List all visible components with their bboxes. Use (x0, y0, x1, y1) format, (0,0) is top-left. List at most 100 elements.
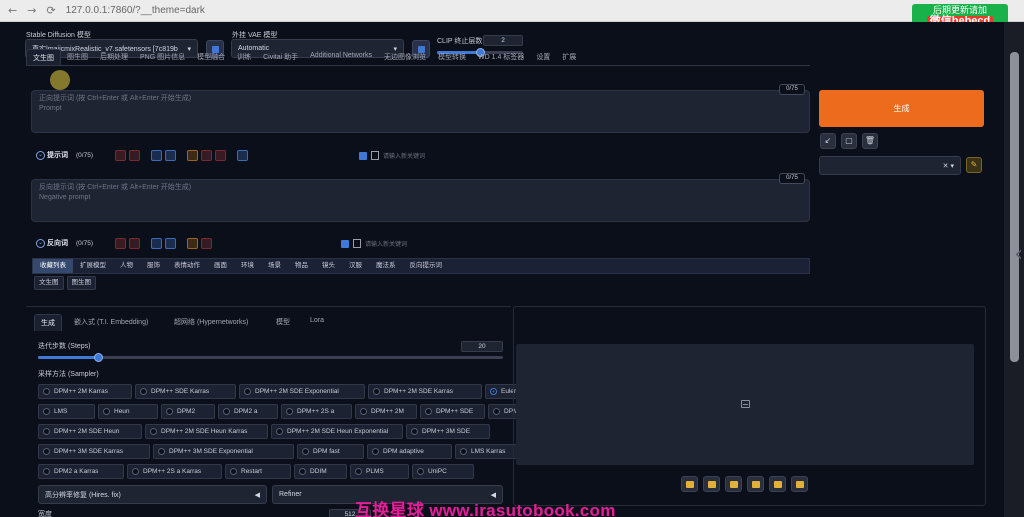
prompt-toolbar-title[interactable]: ⌄ 提示词 (36, 150, 68, 160)
gen-tab-1[interactable]: 嵌入式 (T.I. Embedding) (74, 317, 148, 327)
sampler-option[interactable]: DPM++ 3M SDE Exponential (153, 444, 294, 459)
sampler-option[interactable]: Heun (98, 404, 158, 419)
negative-prompt-textarea[interactable]: 反向提示词 (按 Ctrl+Enter 或 Alt+Enter 开始生成) Ne… (31, 179, 810, 222)
send-to-inpaint-icon[interactable] (769, 476, 786, 492)
copy-icon[interactable] (164, 237, 176, 249)
gen-tab-2[interactable]: 超网络 (Hypernetworks) (174, 317, 248, 327)
translate-icon[interactable] (150, 149, 162, 161)
category-chip[interactable]: 镜头 (315, 259, 342, 273)
favorite-icon[interactable] (186, 237, 198, 249)
gen-tab-3[interactable]: 模型 (276, 317, 290, 327)
sampler-option[interactable]: DDIM (294, 464, 347, 479)
copy-button[interactable]: ▢ (841, 133, 857, 149)
scroll-thumb[interactable] (1010, 52, 1019, 362)
keyword-checkbox[interactable] (359, 151, 367, 160)
category-chip[interactable]: 人物 (113, 259, 140, 273)
zip-icon[interactable] (725, 476, 742, 492)
sampler-option[interactable]: DPM2 a (218, 404, 278, 419)
sampler-option[interactable]: DPM++ 2M Karras (38, 384, 132, 399)
generate-button[interactable]: 生成 (819, 90, 984, 127)
remove-icon[interactable] (214, 149, 226, 161)
sampler-option[interactable]: DPM++ SDE (420, 404, 485, 419)
category-chip[interactable]: 收藏列表 (33, 259, 73, 273)
tab-2[interactable]: 后期处理 (94, 49, 134, 65)
category-chip[interactable]: 物品 (288, 259, 315, 273)
category-chip[interactable]: 画面 (207, 259, 234, 273)
back-icon[interactable]: ← (8, 0, 17, 22)
sampler-option[interactable]: UniPC (412, 464, 474, 479)
forward-icon[interactable]: → (27, 0, 36, 22)
delete-icon[interactable] (114, 149, 126, 161)
side-arrow-icon[interactable]: ‹ (1014, 242, 1023, 267)
sampler-option[interactable]: DPM++ 2M SDE Karras (368, 384, 482, 399)
sampler-option[interactable]: DPM fast (297, 444, 364, 459)
gen-tab-0[interactable]: 生成 (34, 314, 62, 331)
tab-3[interactable]: PNG 图片信息 (134, 49, 191, 65)
clip-value[interactable]: 2 (483, 35, 523, 46)
trash-icon[interactable]: 🗑 (862, 133, 878, 149)
sampler-option[interactable]: DPM++ 2M SDE Exponential (239, 384, 365, 399)
sampler-option[interactable]: DPM++ 3M SDE (406, 424, 490, 439)
sampler-option[interactable]: DPM adaptive (367, 444, 452, 459)
translate-icon[interactable] (150, 237, 162, 249)
tab-11[interactable]: 设置 (530, 49, 556, 65)
steps-value[interactable]: 20 (461, 341, 503, 352)
gen-tab-4[interactable]: Lora (310, 317, 324, 324)
sampler-option[interactable]: DPM2 (161, 404, 215, 419)
steps-slider-track[interactable] (38, 356, 503, 359)
reload-icon[interactable]: ⟳ (46, 0, 55, 22)
category-chip[interactable]: 环境 (234, 259, 261, 273)
tab-7[interactable]: Additional Networks (304, 49, 378, 65)
sampler-option[interactable]: PLMS (350, 464, 409, 479)
sampler-option[interactable]: DPM++ 2S a Karras (127, 464, 222, 479)
category-chip[interactable]: 服饰 (140, 259, 167, 273)
tab-4[interactable]: 模型融合 (191, 49, 231, 65)
tab-12[interactable]: 扩展 (556, 49, 582, 65)
keyword-input-box[interactable] (353, 239, 361, 248)
category-chip[interactable]: 反向提示词 (403, 259, 450, 273)
styles-select[interactable]: ✕ ▾ (819, 156, 961, 175)
history-chip[interactable]: 图生图 (66, 276, 96, 290)
sampler-option[interactable]: DPM++ SDE Karras (135, 384, 236, 399)
clear-icon[interactable] (200, 237, 212, 249)
edit-style-icon[interactable]: ✎ (966, 157, 982, 173)
negative-toolbar-title[interactable]: ⌄ 反向词 (36, 238, 68, 248)
save-icon[interactable] (703, 476, 720, 492)
clear-icon[interactable]: ✕ (943, 163, 949, 170)
category-chip[interactable]: 扩展模型 (73, 259, 113, 273)
tab-0[interactable]: 文生图 (26, 49, 61, 65)
category-chip[interactable]: 表情动作 (167, 259, 207, 273)
keyword-checkbox[interactable] (341, 239, 349, 248)
send-to-extras-icon[interactable] (791, 476, 808, 492)
favorite-icon[interactable] (186, 149, 198, 161)
sampler-option[interactable]: DPM++ 2M SDE Heun (38, 424, 142, 439)
settings-icon[interactable] (236, 149, 248, 161)
hires-fix-accordion[interactable]: 高分辨率修复 (Hires. fix) ◀ (38, 485, 267, 504)
address-bar[interactable]: 127.0.0.1:7860/?__theme=dark (66, 5, 205, 16)
sampler-option[interactable]: DPM2 a Karras (38, 464, 124, 479)
tab-1[interactable]: 图生图 (61, 49, 94, 65)
open-folder-icon[interactable] (681, 476, 698, 492)
sampler-option[interactable]: DPM++ 2S a (281, 404, 352, 419)
undo-icon[interactable] (128, 149, 140, 161)
copy-icon[interactable] (164, 149, 176, 161)
clear-icon[interactable] (200, 149, 212, 161)
keyword-input-box[interactable] (371, 151, 379, 160)
delete-icon[interactable] (114, 237, 126, 249)
sampler-option[interactable]: DPM++ 2M SDE Heun Exponential (271, 424, 403, 439)
tab-9[interactable]: 模型转换 (432, 49, 472, 65)
tab-10[interactable]: WD 1.4 标签器 (472, 49, 530, 65)
category-chip[interactable]: 汉服 (342, 259, 369, 273)
prompt-textarea[interactable]: 正向提示词 (按 Ctrl+Enter 或 Alt+Enter 开始生成) Pr… (31, 90, 810, 133)
sampler-option[interactable]: Restart (225, 464, 291, 479)
history-chip[interactable]: 文生图 (34, 276, 64, 290)
send-to-img2img-icon[interactable] (747, 476, 764, 492)
page-scrollbar[interactable] (1004, 22, 1024, 517)
category-chip[interactable]: 场景 (261, 259, 288, 273)
sampler-option[interactable]: DPM++ 3M SDE Karras (38, 444, 150, 459)
category-chip[interactable]: 魔法系 (369, 259, 403, 273)
tab-5[interactable]: 训练 (231, 49, 257, 65)
sampler-option[interactable]: LMS (38, 404, 95, 419)
sampler-option[interactable]: DPM++ 2M SDE Heun Karras (145, 424, 268, 439)
sampler-option[interactable]: DPM++ 2M (355, 404, 417, 419)
